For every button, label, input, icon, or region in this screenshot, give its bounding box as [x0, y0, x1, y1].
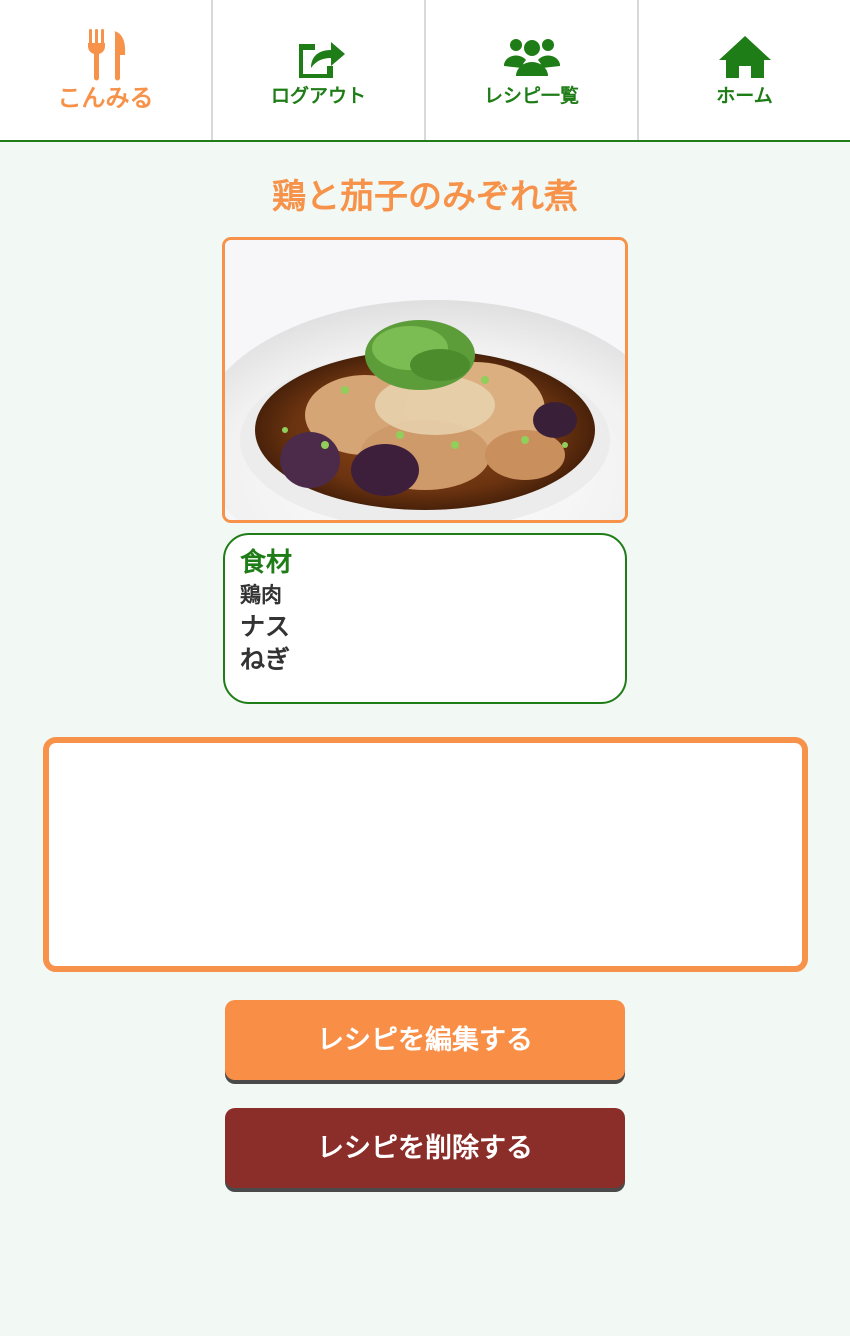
logout-label: ログアウト	[270, 85, 366, 107]
top-nav: こんみる ログアウト レシピ一覧 ホーム	[0, 0, 850, 142]
ingredient-item: ねぎ	[240, 645, 291, 674]
ingredients-list: 鶏肉 ナス ねぎ	[240, 581, 625, 676]
delete-recipe-button[interactable]: レシピを削除する	[225, 1108, 625, 1188]
nav-logout[interactable]: ログアウト	[213, 0, 426, 140]
ingredients-card: 食材 鶏肉 ナス ねぎ	[223, 533, 627, 704]
recipe-title: 鶏と茄子のみぞれ煮	[272, 177, 578, 217]
recipe-memo-field[interactable]	[43, 737, 808, 972]
ingredients-heading: 食材	[240, 548, 293, 578]
dish-photo-image	[225, 240, 625, 520]
fork-knife-icon	[76, 27, 136, 83]
edit-recipe-button[interactable]: レシピを編集する	[225, 1000, 625, 1080]
brand-label: こんみる	[57, 84, 154, 112]
logout-share-icon	[289, 32, 349, 84]
recipe-photo	[222, 237, 628, 523]
recipe-list-label: レシピ一覧	[483, 85, 579, 107]
nav-home[interactable]: ホーム	[639, 0, 850, 140]
nav-recipe-list[interactable]: レシピ一覧	[426, 0, 639, 140]
ingredient-item: ナス	[240, 612, 291, 641]
users-icon	[502, 32, 562, 84]
ingredient-item: 鶏肉	[240, 583, 282, 607]
home-icon	[715, 32, 775, 84]
home-label: ホーム	[716, 85, 773, 107]
nav-brand[interactable]: こんみる	[0, 0, 213, 140]
